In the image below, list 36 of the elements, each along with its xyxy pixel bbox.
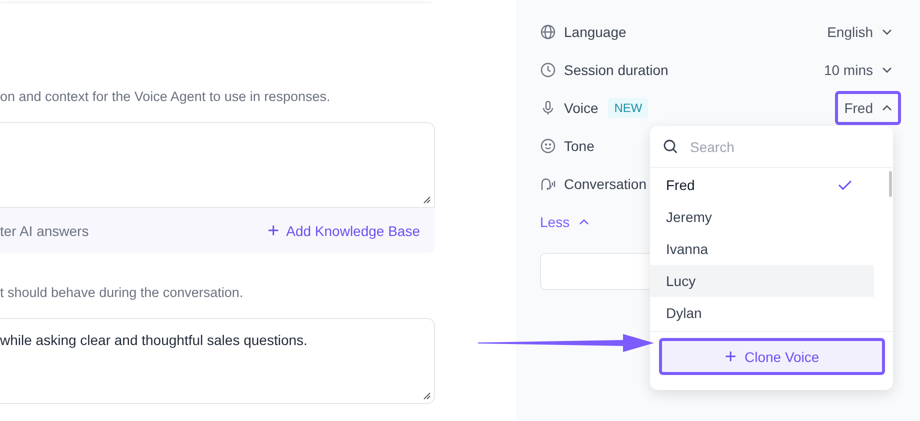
voice-option[interactable]: Ivanna xyxy=(650,233,874,265)
search-icon xyxy=(663,139,678,154)
chevron-up-icon xyxy=(882,105,892,111)
less-toggle[interactable]: Less xyxy=(540,203,589,241)
globe-icon xyxy=(540,24,556,40)
voice-option[interactable]: Fred xyxy=(650,169,874,201)
setting-label: Voice xyxy=(564,100,598,116)
field-description: on and context for the Voice Agent to use in responses. xyxy=(0,89,332,104)
microphone-icon xyxy=(540,100,556,116)
new-badge: NEW xyxy=(608,98,648,118)
language-select[interactable]: English xyxy=(818,15,901,49)
setting-label: Session duration xyxy=(564,62,668,78)
voice-select[interactable]: Fred xyxy=(835,91,901,125)
chevron-down-icon xyxy=(882,29,892,35)
clock-icon xyxy=(540,62,556,78)
behavior-text-area[interactable]: while asking clear and thoughtful sales questions. xyxy=(0,318,435,404)
clone-voice-button[interactable]: + Clone Voice xyxy=(659,338,885,375)
voice-option[interactable]: Dylan xyxy=(650,297,874,329)
setting-label: Tone xyxy=(564,138,594,154)
voice-option[interactable]: Jeremy xyxy=(650,201,874,233)
speaking-head-icon xyxy=(540,176,556,192)
duration-select[interactable]: 10 mins xyxy=(814,53,901,87)
setting-label: Conversation xyxy=(564,176,646,192)
chevron-up-icon xyxy=(578,219,589,225)
chevron-down-icon xyxy=(882,67,892,73)
scrollbar-thumb[interactable] xyxy=(889,171,892,197)
setting-label: Language xyxy=(564,24,626,40)
footer-note: ter AI answers xyxy=(0,222,89,238)
resize-grip-icon xyxy=(423,392,431,400)
voice-option[interactable]: Lucy xyxy=(650,265,874,297)
add-knowledge-base-button[interactable]: + Add Knowledge Base xyxy=(267,222,420,238)
smiley-icon xyxy=(540,138,556,154)
field-description: t should behave during the conversation. xyxy=(0,285,244,300)
resize-grip-icon xyxy=(423,196,431,204)
knowledge-text-area[interactable] xyxy=(0,122,435,208)
check-icon xyxy=(838,180,852,190)
